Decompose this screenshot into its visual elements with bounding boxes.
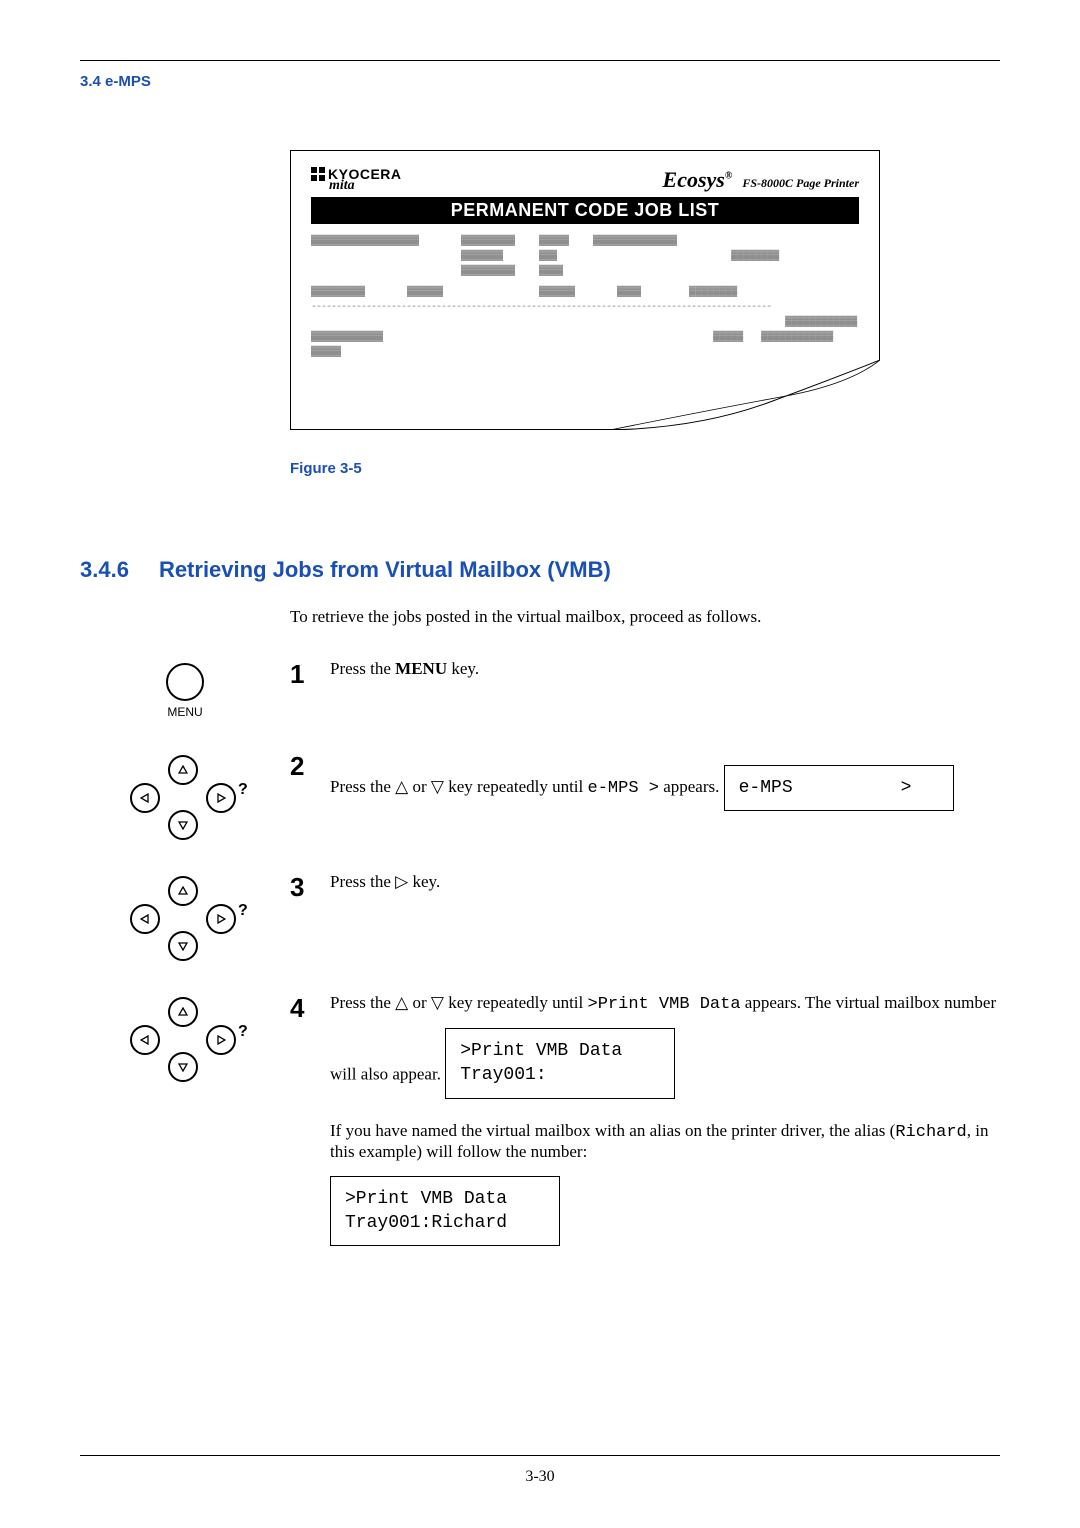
step-number-2: 2	[290, 751, 330, 782]
up-arrow-icon	[168, 755, 198, 785]
question-mark-icon: ?	[238, 1023, 248, 1041]
up-arrow-icon	[168, 876, 198, 906]
intro-paragraph: To retrieve the jobs posted in the virtu…	[290, 607, 1000, 627]
left-arrow-icon	[130, 1025, 160, 1055]
step-number-4: 4	[290, 993, 330, 1024]
right-arrow-icon	[206, 783, 236, 813]
job-list-body: ▓▓▓▓▓▓▓▓▓▓▓▓▓▓▓▓▓▓ ▓▓▓▓▓▓▓▓▓ ▓▓▓▓▓ ▓▓▓▓▓…	[311, 234, 859, 360]
step-number-3: 3	[290, 872, 330, 903]
arrow-keys-icon: ?	[130, 755, 240, 840]
figure-caption: Figure 3-5	[290, 460, 880, 477]
down-arrow-icon	[168, 931, 198, 961]
kyocera-mark-icon	[311, 167, 325, 181]
question-mark-icon: ?	[238, 781, 248, 799]
step-3-text: Press the ▷ key.	[330, 872, 1000, 892]
arrow-keys-icon: ?	[130, 876, 240, 961]
page-number: 3-30	[0, 1468, 1080, 1486]
kyocera-logo: KYOCERA mita	[311, 167, 402, 193]
lcd-display-vmb-2: >Print VMB Data Tray001:Richard	[330, 1176, 560, 1247]
figure-permanent-code-job-list: KYOCERA mita Ecosys® FS-8000C Page Print…	[290, 150, 880, 430]
lcd-display-emps: e-MPS >	[724, 765, 954, 811]
menu-key-icon: MENU	[166, 663, 204, 719]
down-arrow-icon	[168, 1052, 198, 1082]
lcd-display-vmb-1: >Print VMB Data Tray001:	[445, 1028, 675, 1099]
section-number: 3.4.6	[80, 557, 129, 583]
right-arrow-icon	[206, 904, 236, 934]
job-list-title-bar: PERMANENT CODE JOB LIST	[311, 197, 859, 224]
step-4-text: Press the △ or ▽ key repeatedly until >P…	[330, 993, 1000, 1246]
left-arrow-icon	[130, 783, 160, 813]
right-arrow-icon	[206, 1025, 236, 1055]
printer-model-label: FS-8000C Page Printer	[742, 176, 859, 193]
step-2-text: Press the △ or ▽ key repeatedly until e-…	[330, 751, 1000, 811]
arrow-keys-icon: ?	[130, 997, 240, 1082]
up-arrow-icon	[168, 997, 198, 1027]
step-number-1: 1	[290, 659, 330, 690]
header-section-link[interactable]: 3.4 e-MPS	[80, 73, 1000, 90]
question-mark-icon: ?	[238, 902, 248, 920]
section-title: Retrieving Jobs from Virtual Mailbox (VM…	[159, 557, 611, 583]
down-arrow-icon	[168, 810, 198, 840]
page-curl-icon	[610, 360, 880, 430]
left-arrow-icon	[130, 904, 160, 934]
ecosys-logo: Ecosys®	[663, 167, 733, 193]
step-1-text: Press the MENU key.	[330, 659, 1000, 679]
